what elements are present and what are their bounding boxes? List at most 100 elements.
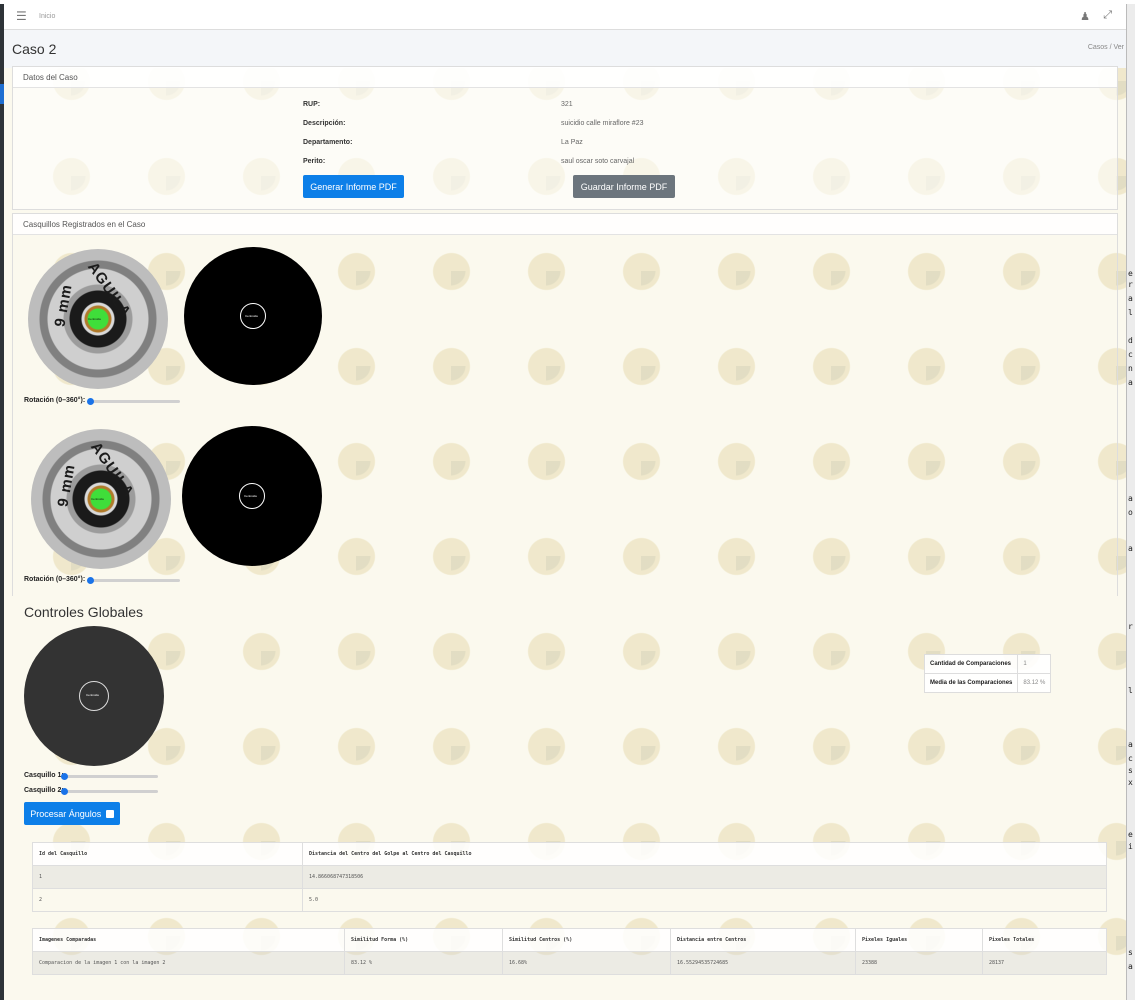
- stats-count-label: Cantidad de Comparaciones: [923, 654, 1019, 674]
- strip-char: c: [1128, 350, 1133, 359]
- comparison-th-images: Imagenes Comparadas: [32, 928, 345, 952]
- page: ☰ Inicio ♟ ⤢ Caso 2 Casos / Ver Datos de…: [4, 4, 1127, 1000]
- strip-char: x: [1128, 778, 1133, 787]
- field-label-description: Descripción:: [303, 120, 346, 127]
- casings-card: Casquillos Registrados en el Caso: [12, 213, 1118, 596]
- comparison-cell: 16.68%: [502, 951, 671, 975]
- comparison-th-shape: Similitud Forma (%): [344, 928, 503, 952]
- strip-char: a: [1128, 494, 1133, 503]
- table-row: Comparacion de la imagen 1 con la imagen…: [32, 951, 1107, 975]
- expand-icon[interactable]: ⤢: [1103, 9, 1112, 22]
- strip-char: n: [1128, 364, 1133, 373]
- casing-image-1: Centroide AGUILA 9 mm: [28, 249, 168, 389]
- nav-home-link[interactable]: Inicio: [39, 13, 55, 20]
- page-title: Caso 2: [12, 41, 57, 57]
- strip-char: r: [1128, 280, 1133, 289]
- save-pdf-button[interactable]: Guardar Informe PDF: [573, 175, 675, 198]
- casing-1-center-label: Centroide: [88, 317, 102, 321]
- table-row: 2 5.0: [32, 888, 1107, 912]
- field-value-description: suicidio calle miraflore #23: [561, 120, 644, 127]
- distance-th-id: Id del Casquillo: [32, 842, 303, 866]
- case-data-card-header: Datos del Caso: [13, 67, 1117, 88]
- comparison-table: Imagenes Comparadas Similitud Forma (%) …: [32, 928, 1107, 975]
- strip-char: c: [1128, 754, 1133, 763]
- casing1-label: Casquillo 1:: [24, 772, 64, 779]
- strip-char: i: [1128, 842, 1133, 851]
- distance-cell: 2: [32, 888, 303, 912]
- field-label-department: Departamento:: [303, 139, 353, 146]
- rotation-label-2: Rotación (0–360°):: [24, 576, 86, 583]
- global-overlay-image: Centroide: [24, 626, 164, 766]
- strip-char: a: [1128, 378, 1133, 387]
- hamburger-icon[interactable]: ☰: [16, 9, 27, 23]
- comparison-th-total-pixels: Pixeles Totales: [982, 928, 1107, 952]
- rotation-slider-1-thumb[interactable]: [87, 398, 94, 405]
- casing-1-caliber-text: 9 mm: [51, 282, 76, 329]
- rotation-slider-2[interactable]: [90, 579, 180, 582]
- casing1-slider-thumb[interactable]: [61, 773, 68, 780]
- comparison-th-centers: Similitud Centros (%): [502, 928, 671, 952]
- rotation-label-1: Rotación (0–360°):: [24, 397, 86, 404]
- field-value-department: La Paz: [561, 139, 583, 146]
- process-angles-button[interactable]: Procesar Ángulos: [24, 802, 120, 825]
- process-icon: [105, 810, 114, 819]
- casings-card-header: Casquillos Registrados en el Caso: [13, 214, 1117, 235]
- strip-char: e: [1128, 269, 1133, 278]
- strip-char: e: [1128, 830, 1133, 839]
- distance-cell: 5.0: [302, 888, 1107, 912]
- strip-char: o: [1128, 508, 1133, 517]
- strip-char: a: [1128, 962, 1133, 971]
- rotation-slider-2-thumb[interactable]: [87, 577, 94, 584]
- distance-cell: 1: [32, 865, 303, 889]
- field-label-rup: RUP:: [303, 101, 321, 108]
- comparison-cell: 16.55294535724685: [670, 951, 856, 975]
- casing-2-mask-label: Centroide: [244, 494, 258, 498]
- casing-1-mask-label: Centroide: [245, 314, 259, 318]
- strip-char: l: [1128, 686, 1133, 695]
- comparison-cell: Comparacion de la imagen 1 con la imagen…: [32, 951, 345, 975]
- strip-char: s: [1128, 948, 1133, 957]
- process-angles-label: Procesar Ángulos: [30, 808, 102, 819]
- field-value-rup: 321: [561, 101, 573, 108]
- comparison-th-distance: Distancia entre Centros: [670, 928, 856, 952]
- strip-char: s: [1128, 766, 1133, 775]
- rotation-slider-1[interactable]: [90, 400, 180, 403]
- distance-table: Id del Casquillo Distancia del Centro de…: [32, 842, 1107, 912]
- casing2-label: Casquillo 2:: [24, 787, 64, 794]
- casing-2-mask-image: Centroide: [182, 426, 322, 566]
- strip-char: a: [1128, 294, 1133, 303]
- casing-1-brand-text: AGUILA: [84, 259, 135, 321]
- casing2-slider-thumb[interactable]: [61, 788, 68, 795]
- stats-count-value: 1: [1017, 654, 1052, 674]
- comparison-cell: 28137: [982, 951, 1107, 975]
- content-header: Caso 2 Casos / Ver: [4, 30, 1126, 68]
- case-data-card: Datos del Caso RUP: 321 Descripción: sui…: [12, 66, 1118, 210]
- breadcrumb[interactable]: Casos / Ver: [1088, 44, 1124, 51]
- casing-2-brand-text: AGUILA: [87, 439, 138, 501]
- strip-char: a: [1128, 740, 1133, 749]
- user-icon[interactable]: ♟: [1080, 10, 1090, 23]
- strip-char: d: [1128, 336, 1133, 345]
- global-controls-title: Controles Globales: [24, 604, 144, 620]
- casing-image-2: Centroide AGUILA 9 mm: [31, 429, 171, 569]
- casing-2-caliber-text: 9 mm: [54, 462, 79, 509]
- distance-th-distance: Distancia del Centro del Golpe al Centro…: [302, 842, 1107, 866]
- table-row: 1 14.866068747318506: [32, 865, 1107, 889]
- strip-char: l: [1128, 308, 1133, 317]
- casing2-slider[interactable]: [64, 790, 158, 793]
- casing1-slider[interactable]: [64, 775, 158, 778]
- casing-1-mask-image: Centroide: [184, 247, 322, 385]
- generate-pdf-button[interactable]: Generar Informe PDF: [303, 175, 404, 198]
- comparison-cell: 23388: [855, 951, 983, 975]
- field-label-perito: Perito:: [303, 158, 326, 165]
- casing-2-center-label: Centroide: [91, 497, 105, 501]
- stats-mean-label: Media de las Comparaciones: [923, 673, 1019, 693]
- comparison-cell: 83.12 %: [344, 951, 503, 975]
- top-navbar: ☰ Inicio ♟ ⤢: [4, 4, 1126, 30]
- comparison-th-equal-pixels: Pixeles Iguales: [855, 928, 983, 952]
- stats-mean-value: 83.12 %: [1017, 673, 1052, 693]
- global-overlay-label: Centroide: [86, 693, 100, 697]
- strip-char: a: [1128, 544, 1133, 553]
- strip-char: r: [1128, 622, 1133, 631]
- field-value-perito: saul oscar soto carvajal: [561, 158, 635, 165]
